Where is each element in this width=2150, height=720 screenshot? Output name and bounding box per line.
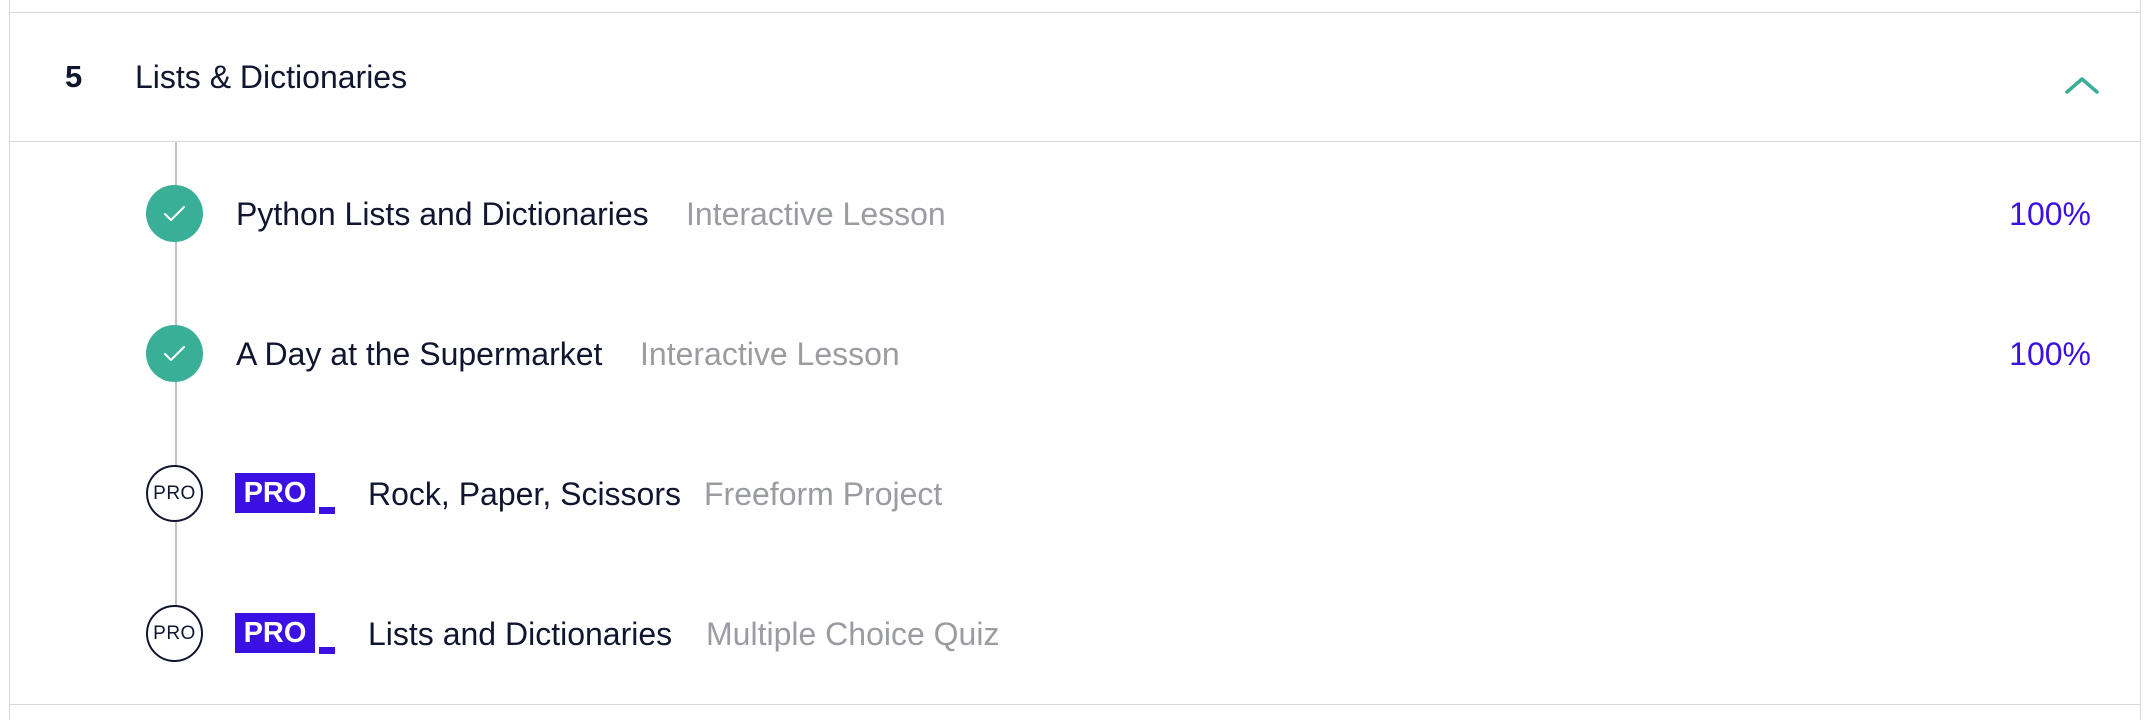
completed-checkmark-icon — [146, 185, 203, 242]
item-type: Multiple Choice Quiz — [706, 616, 1000, 652]
section-title: Lists & Dictionaries — [135, 59, 408, 95]
pro-lock-icon: PRO — [146, 605, 203, 662]
section-header[interactable]: 5 Lists & Dictionaries — [9, 13, 2141, 142]
item-type: Freeform Project — [704, 476, 943, 512]
chevron-up-icon[interactable] — [2065, 75, 2099, 95]
item-title: Lists and Dictionaries — [368, 616, 673, 652]
list-item[interactable]: A Day at the Supermarket Interactive Les… — [9, 304, 2141, 404]
pro-lock-icon: PRO — [146, 465, 203, 522]
item-progress: 100% — [2009, 196, 2091, 232]
item-title: Python Lists and Dictionaries — [236, 196, 649, 232]
list-item[interactable]: PRO PRO Rock, Paper, Scissors Freeform P… — [9, 444, 2141, 544]
pro-badge-underscore — [319, 507, 335, 514]
pro-badge-underscore — [319, 647, 335, 654]
item-title: A Day at the Supermarket — [236, 336, 603, 372]
pro-badge: PRO — [235, 613, 315, 653]
pro-badge: PRO — [235, 473, 315, 513]
list-item[interactable]: PRO PRO Lists and Dictionaries Multiple … — [9, 584, 2141, 684]
section-number: 5 — [65, 59, 83, 94]
bottom-divider — [9, 704, 2141, 705]
item-progress: 100% — [2009, 336, 2091, 372]
item-title: Rock, Paper, Scissors — [368, 476, 681, 512]
list-item[interactable]: Python Lists and Dictionaries Interactiv… — [9, 164, 2141, 264]
item-type: Interactive Lesson — [686, 196, 946, 232]
item-type: Interactive Lesson — [640, 336, 900, 372]
completed-checkmark-icon — [146, 325, 203, 382]
